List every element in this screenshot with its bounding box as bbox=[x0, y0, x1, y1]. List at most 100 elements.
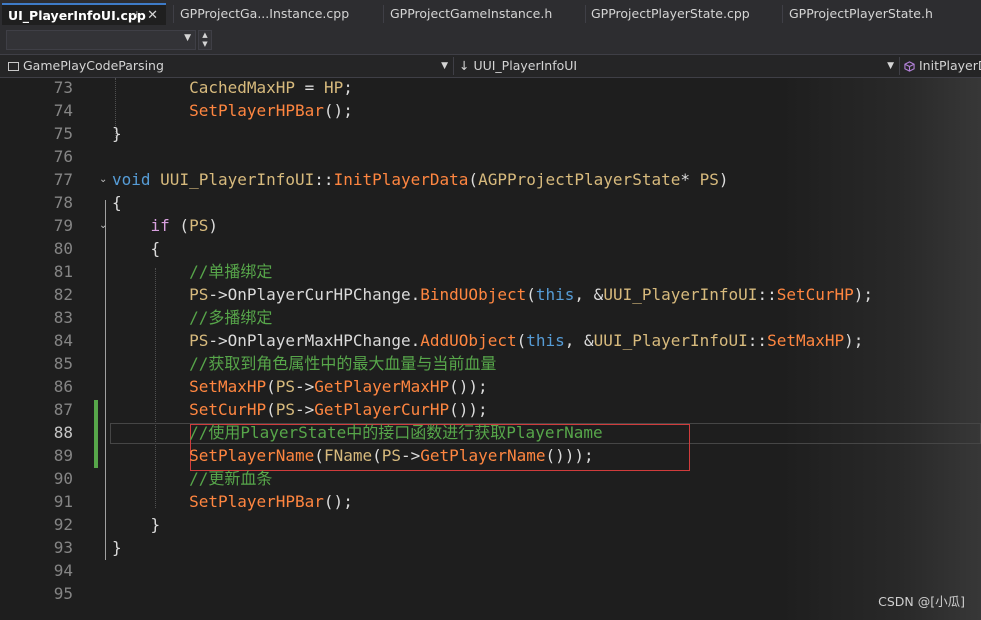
scope-dropdown[interactable]: ↓ UUI_PlayerInfoUI ▼ bbox=[459, 57, 896, 75]
code-line[interactable]: 79 ⌄ if (PS) bbox=[0, 214, 981, 237]
code-token: FName bbox=[323, 446, 373, 465]
code-token: PS bbox=[189, 285, 209, 304]
code-line[interactable]: 89 SetPlayerName(FName(PS->GetPlayerName… bbox=[0, 444, 981, 467]
code-line[interactable]: 81 //单播绑定 bbox=[0, 260, 981, 283]
code-line[interactable]: 73 CachedMaxHP = HP; bbox=[0, 78, 981, 99]
code-line[interactable]: 91 SetPlayerHPBar(); bbox=[0, 490, 981, 513]
code-token: PS bbox=[275, 377, 296, 396]
code-line[interactable]: 84 PS->OnPlayerMaxHPChange.AddUObject(th… bbox=[0, 329, 981, 352]
line-number: 84 bbox=[53, 331, 73, 350]
fold-chevron-icon[interactable]: ⌄ bbox=[99, 168, 107, 191]
code-token: . bbox=[410, 285, 421, 304]
project-dropdown[interactable]: GamePlayCodeParsing ▼ bbox=[8, 57, 450, 75]
code-text: //多播绑定 bbox=[112, 306, 272, 329]
code-line[interactable]: 95 bbox=[0, 582, 981, 605]
code-token: ) bbox=[718, 170, 729, 189]
code-line[interactable]: 74 SetPlayerHPBar(); bbox=[0, 99, 981, 122]
member-dropdown[interactable]: InitPlayerD bbox=[904, 57, 981, 75]
chevron-down-icon: ▼ bbox=[887, 61, 894, 71]
code-token: OnPlayerCurHPChange bbox=[227, 285, 411, 304]
code-line[interactable]: 93} bbox=[0, 536, 981, 559]
code-token: ( bbox=[526, 285, 536, 304]
tab-divider bbox=[782, 5, 783, 23]
code-token: SetPlayerName bbox=[189, 446, 315, 465]
code-line[interactable]: 80 { bbox=[0, 237, 981, 260]
code-line[interactable]: 76 bbox=[0, 145, 981, 168]
code-token: //获取到角色属性中的最大血量与当前血量 bbox=[189, 354, 497, 373]
line-number: 75 bbox=[53, 124, 73, 143]
code-text: } bbox=[112, 513, 161, 536]
code-token: ) bbox=[208, 216, 218, 235]
code-token: this bbox=[535, 285, 575, 304]
code-token: ; bbox=[343, 78, 353, 97]
tab-gpprojectgameinstance-cpp[interactable]: GPProjectGa...Instance.cpp bbox=[176, 3, 381, 25]
document-tab-bar: UI_PlayerInfoUI.cpp ⊣ ✕ GPProjectGa...In… bbox=[0, 0, 981, 30]
code-editor[interactable]: 73 CachedMaxHP = HP; 74 SetPlayerHPBar();… bbox=[0, 78, 981, 620]
code-line[interactable]: 88 //使用PlayerState中的接口函数进行获取PlayerName bbox=[0, 421, 981, 444]
code-token: this bbox=[526, 331, 565, 350]
code-text: //单播绑定 bbox=[112, 260, 272, 283]
code-token: SetMaxHP bbox=[189, 377, 267, 396]
code-line[interactable]: 87 SetCurHP(PS->GetPlayerCurHP()); bbox=[0, 398, 981, 421]
tab-gpprojectplayerstate-cpp[interactable]: GPProjectPlayerState.cpp bbox=[587, 3, 781, 25]
code-line[interactable]: 82 PS->OnPlayerCurHPChange.BindUObject(t… bbox=[0, 283, 981, 306]
code-token: -> bbox=[295, 377, 315, 396]
fold-chevron-icon[interactable]: ⌄ bbox=[99, 214, 107, 237]
code-line[interactable]: 83 //多播绑定 bbox=[0, 306, 981, 329]
line-number: 91 bbox=[53, 492, 73, 511]
code-line[interactable]: 85 //获取到角色属性中的最大血量与当前血量 bbox=[0, 352, 981, 375]
code-token: } bbox=[112, 515, 161, 534]
code-line[interactable]: 90 //更新血条 bbox=[0, 467, 981, 490]
code-token: ); bbox=[853, 285, 874, 304]
code-token: ( bbox=[266, 377, 276, 396]
code-token: ())); bbox=[545, 446, 594, 465]
code-line[interactable]: 77 ⌄ void UUI_PlayerInfoUI::InitPlayerData… bbox=[0, 168, 981, 191]
code-line[interactable]: 94 bbox=[0, 559, 981, 582]
code-token: void bbox=[112, 170, 151, 189]
code-token: PS bbox=[699, 170, 719, 189]
code-text: SetPlayerHPBar(); bbox=[112, 99, 353, 122]
tab-gpprojectgameinstance-h[interactable]: GPProjectGameInstance.h bbox=[386, 3, 584, 25]
code-token: HP bbox=[323, 78, 344, 97]
tab-label: GPProjectGa...Instance.cpp bbox=[180, 6, 350, 21]
tab-ui-playerinfoui-cpp[interactable]: UI_PlayerInfoUI.cpp ⊣ ✕ bbox=[2, 3, 166, 25]
code-token: UUI_PlayerInfoUI bbox=[160, 170, 315, 189]
close-icon[interactable]: ✕ bbox=[147, 5, 158, 25]
nav-divider bbox=[453, 57, 454, 75]
code-token: if bbox=[150, 216, 170, 235]
code-token: ( bbox=[169, 216, 190, 235]
code-text: CachedMaxHP = HP; bbox=[112, 78, 353, 99]
tab-divider bbox=[173, 5, 174, 23]
code-token: InitPlayerData bbox=[333, 170, 469, 189]
spin-buttons[interactable]: ▲ ▼ bbox=[198, 30, 212, 50]
tab-gpprojectplayerstate-h[interactable]: GPProjectPlayerState.h bbox=[785, 3, 965, 25]
code-token: SetPlayerHPBar bbox=[189, 101, 324, 120]
code-token: } bbox=[112, 538, 122, 557]
member-label: InitPlayerD bbox=[919, 58, 981, 73]
line-number: 81 bbox=[53, 262, 73, 281]
code-line[interactable]: 75} bbox=[0, 122, 981, 145]
code-text: { bbox=[112, 237, 161, 260]
line-number: 85 bbox=[53, 354, 73, 373]
code-text: //更新血条 bbox=[112, 467, 272, 490]
line-number: 93 bbox=[53, 538, 73, 557]
code-line[interactable]: 86 SetMaxHP(PS->GetPlayerMaxHP()); bbox=[0, 375, 981, 398]
code-line[interactable]: 78 { bbox=[0, 191, 981, 214]
nav-divider bbox=[899, 57, 900, 75]
pin-icon[interactable]: ⊣ bbox=[129, 5, 138, 25]
code-token: GetPlayerCurHP bbox=[314, 400, 450, 419]
code-line[interactable]: 92 } bbox=[0, 513, 981, 536]
code-token: BindUObject bbox=[420, 285, 527, 304]
code-text: PS->OnPlayerCurHPChange.BindUObject(this… bbox=[112, 283, 873, 306]
code-token: * bbox=[680, 170, 700, 189]
line-number: 73 bbox=[53, 78, 73, 97]
config-dropdown[interactable]: ▼ bbox=[6, 30, 196, 50]
code-token: AGPProjectPlayerState bbox=[478, 170, 681, 189]
